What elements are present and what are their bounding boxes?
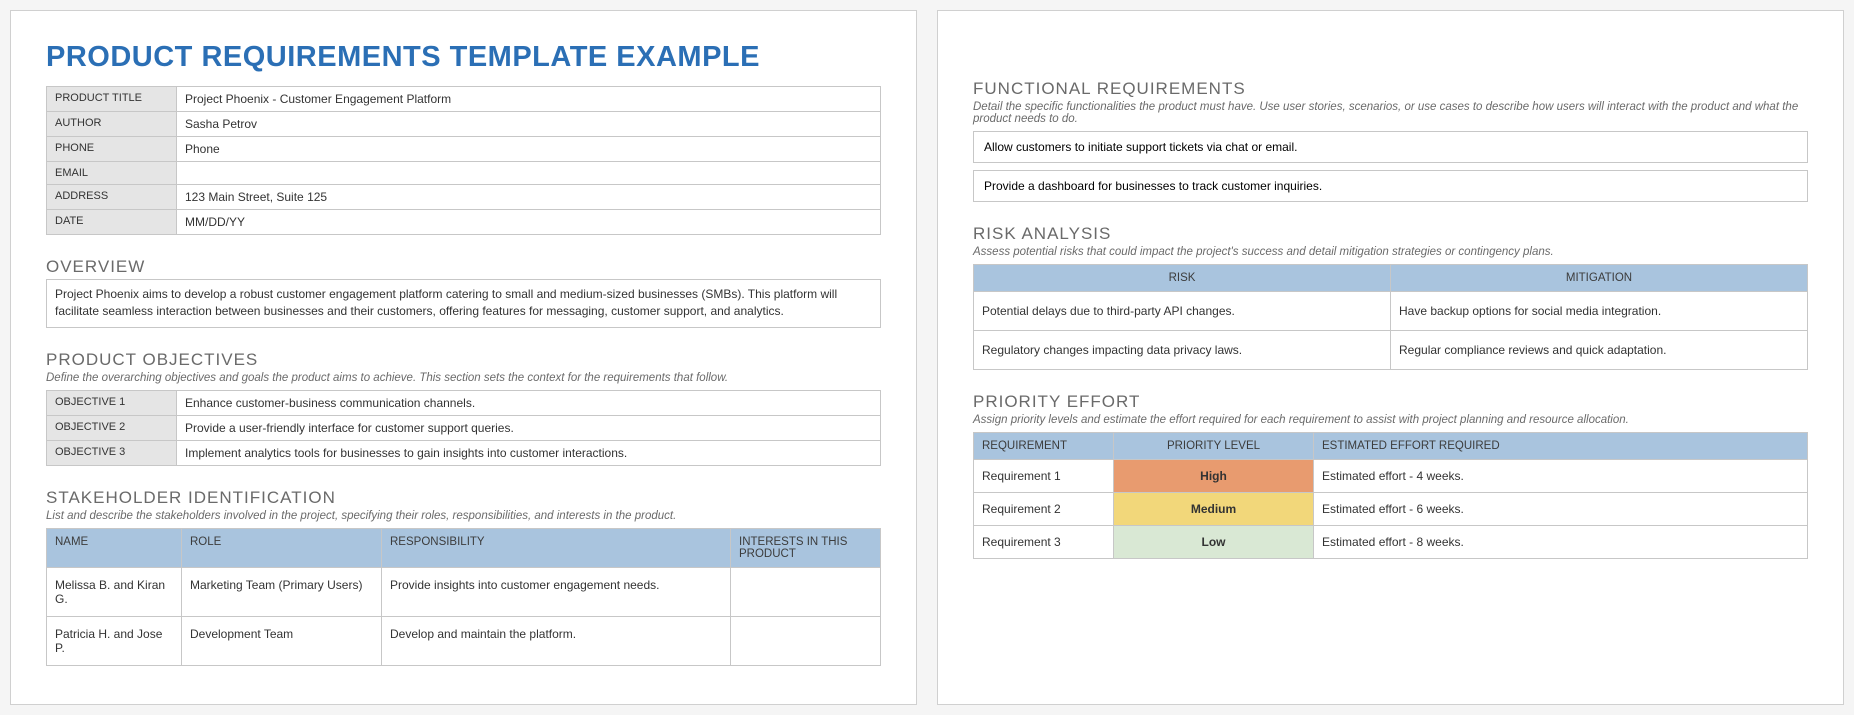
- overview-heading: OVERVIEW: [46, 257, 881, 277]
- objective-text: Provide a user-friendly interface for cu…: [177, 415, 881, 440]
- stakeholder-role: Development Team: [182, 616, 382, 665]
- priority-effort: Estimated effort - 6 weeks.: [1314, 493, 1808, 526]
- stakeholder-interests: [731, 567, 881, 616]
- table-row: Patricia H. and Jose P. Development Team…: [47, 616, 881, 665]
- table-row: Requirement 2 Medium Estimated effort - …: [974, 493, 1808, 526]
- priority-level-low: Low: [1114, 526, 1314, 559]
- stakeholder-role: Marketing Team (Primary Users): [182, 567, 382, 616]
- info-value: 123 Main Street, Suite 125: [177, 185, 881, 210]
- stakeholder-name: Patricia H. and Jose P.: [47, 616, 182, 665]
- risk-text: Potential delays due to third-party API …: [974, 292, 1391, 331]
- risk-col-mitigation: MITIGATION: [1391, 265, 1808, 292]
- table-row: Regulatory changes impacting data privac…: [974, 331, 1808, 370]
- priority-effort: Estimated effort - 8 weeks.: [1314, 526, 1808, 559]
- info-value: MM/DD/YY: [177, 210, 881, 235]
- table-row: Potential delays due to third-party API …: [974, 292, 1808, 331]
- page-2: FUNCTIONAL REQUIREMENTS Detail the speci…: [937, 10, 1844, 705]
- table-row: Requirement 3 Low Estimated effort - 8 w…: [974, 526, 1808, 559]
- objective-label: OBJECTIVE 1: [47, 390, 177, 415]
- stakeholder-name: Melissa B. and Kiran G.: [47, 567, 182, 616]
- priority-sub: Assign priority levels and estimate the …: [973, 414, 1808, 426]
- info-value: Sasha Petrov: [177, 112, 881, 137]
- info-value: Phone: [177, 137, 881, 162]
- priority-col-level: PRIORITY LEVEL: [1114, 433, 1314, 460]
- objective-text: Implement analytics tools for businesses…: [177, 440, 881, 465]
- risk-table: RISK MITIGATION Potential delays due to …: [973, 264, 1808, 370]
- functional-item: Provide a dashboard for businesses to tr…: [973, 170, 1808, 202]
- objective-label: OBJECTIVE 2: [47, 415, 177, 440]
- stakeholder-resp: Develop and maintain the platform.: [382, 616, 731, 665]
- functional-item: Allow customers to initiate support tick…: [973, 131, 1808, 163]
- stakeholders-heading: STAKEHOLDER IDENTIFICATION: [46, 488, 881, 508]
- info-label: AUTHOR: [47, 112, 177, 137]
- objectives-sub: Define the overarching objectives and go…: [46, 372, 881, 384]
- priority-req: Requirement 2: [974, 493, 1114, 526]
- table-row: Melissa B. and Kiran G. Marketing Team (…: [47, 567, 881, 616]
- page-1: PRODUCT REQUIREMENTS TEMPLATE EXAMPLE PR…: [10, 10, 917, 705]
- risk-col-risk: RISK: [974, 265, 1391, 292]
- stakeholder-col-resp: RESPONSIBILITY: [382, 528, 731, 567]
- objective-text: Enhance customer-business communication …: [177, 390, 881, 415]
- info-value: Project Phoenix - Customer Engagement Pl…: [177, 87, 881, 112]
- priority-col-req: REQUIREMENT: [974, 433, 1114, 460]
- objectives-heading: PRODUCT OBJECTIVES: [46, 350, 881, 370]
- info-label: ADDRESS: [47, 185, 177, 210]
- stakeholder-interests: [731, 616, 881, 665]
- stakeholder-resp: Provide insights into customer engagemen…: [382, 567, 731, 616]
- objective-label: OBJECTIVE 3: [47, 440, 177, 465]
- stakeholders-table: NAME ROLE RESPONSIBILITY INTERESTS IN TH…: [46, 528, 881, 666]
- priority-level-high: High: [1114, 460, 1314, 493]
- risk-heading: RISK ANALYSIS: [973, 224, 1808, 244]
- mitigation-text: Regular compliance reviews and quick ada…: [1391, 331, 1808, 370]
- document-title: PRODUCT REQUIREMENTS TEMPLATE EXAMPLE: [46, 41, 881, 74]
- info-label: EMAIL: [47, 162, 177, 185]
- info-label: DATE: [47, 210, 177, 235]
- overview-text: Project Phoenix aims to develop a robust…: [46, 279, 881, 328]
- priority-req: Requirement 3: [974, 526, 1114, 559]
- risk-sub: Assess potential risks that could impact…: [973, 246, 1808, 258]
- objectives-table: OBJECTIVE 1Enhance customer-business com…: [46, 390, 881, 466]
- risk-text: Regulatory changes impacting data privac…: [974, 331, 1391, 370]
- priority-heading: PRIORITY EFFORT: [973, 392, 1808, 412]
- info-table: PRODUCT TITLEProject Phoenix - Customer …: [46, 86, 881, 235]
- info-label: PHONE: [47, 137, 177, 162]
- priority-table: REQUIREMENT PRIORITY LEVEL ESTIMATED EFF…: [973, 432, 1808, 559]
- priority-level-medium: Medium: [1114, 493, 1314, 526]
- functional-heading: FUNCTIONAL REQUIREMENTS: [973, 79, 1808, 99]
- stakeholder-col-role: ROLE: [182, 528, 382, 567]
- mitigation-text: Have backup options for social media int…: [1391, 292, 1808, 331]
- table-row: Requirement 1 High Estimated effort - 4 …: [974, 460, 1808, 493]
- stakeholders-sub: List and describe the stakeholders invol…: [46, 510, 881, 522]
- info-value: [177, 162, 881, 185]
- priority-req: Requirement 1: [974, 460, 1114, 493]
- info-label: PRODUCT TITLE: [47, 87, 177, 112]
- stakeholder-col-name: NAME: [47, 528, 182, 567]
- stakeholder-col-interests: INTERESTS IN THIS PRODUCT: [731, 528, 881, 567]
- priority-col-effort: ESTIMATED EFFORT REQUIRED: [1314, 433, 1808, 460]
- priority-effort: Estimated effort - 4 weeks.: [1314, 460, 1808, 493]
- functional-sub: Detail the specific functionalities the …: [973, 101, 1808, 125]
